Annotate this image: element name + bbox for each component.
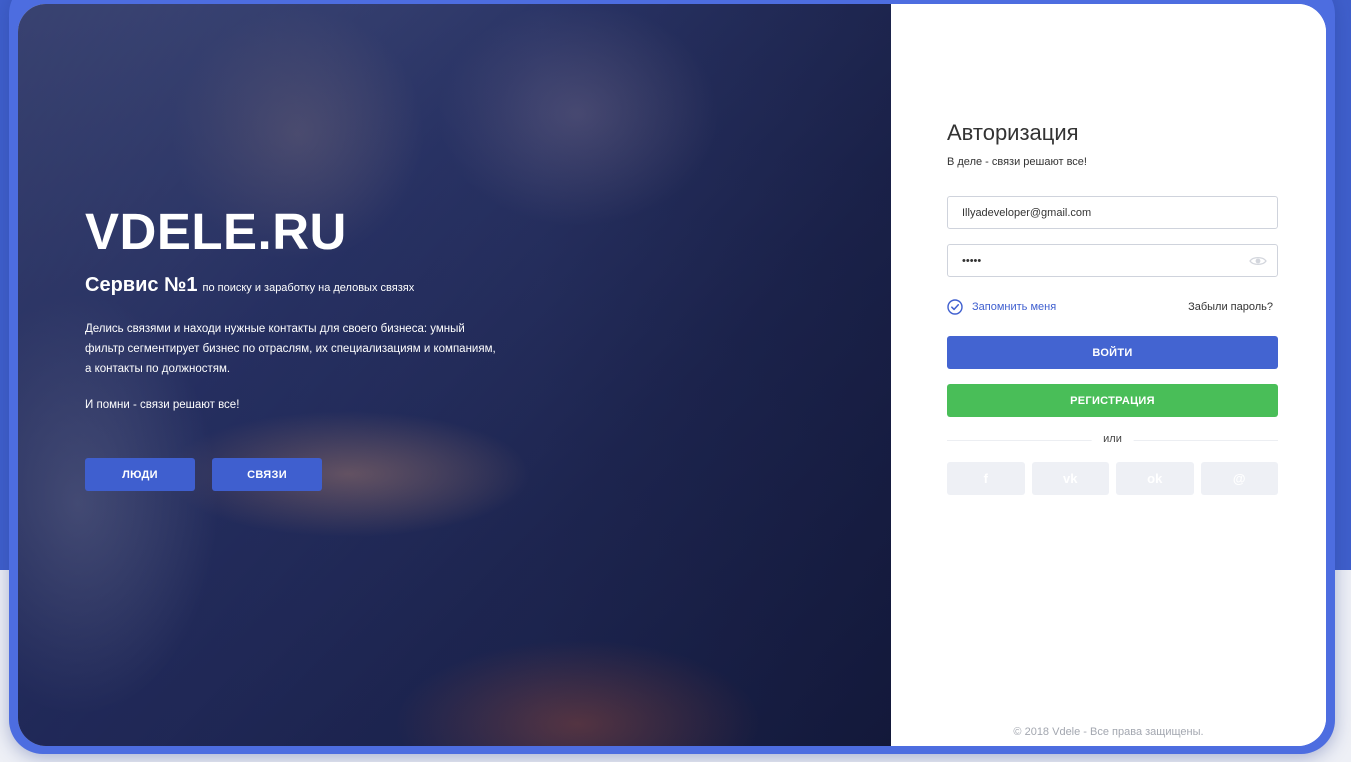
connections-button[interactable]: СВЯЗИ <box>212 458 322 491</box>
device-frame: VDELE.RU Сервис №1 по поиску и заработку… <box>9 0 1335 754</box>
remember-me-label[interactable]: Запомнить меня <box>972 301 1056 313</box>
auth-subtitle: В деле - связи решают все! <box>947 156 1087 168</box>
hero-section: VDELE.RU Сервис №1 по поиску и заработку… <box>18 4 891 746</box>
service-line: Сервис №1 по поиску и заработку на делов… <box>85 274 505 297</box>
password-field[interactable] <box>947 244 1278 277</box>
odnoklassniki-login-button[interactable]: ok <box>1116 462 1194 495</box>
vk-login-button[interactable]: vk <box>1031 462 1109 495</box>
remember-row: Запомнить меня Забыли пароль? <box>947 299 1278 315</box>
or-label: или <box>1091 433 1134 445</box>
mail-ru-login-button[interactable]: @ <box>1200 462 1278 495</box>
hero-buttons: ЛЮДИ СВЯЗИ <box>85 458 322 491</box>
auth-title: Авторизация <box>947 120 1079 145</box>
service-subtitle: по поиску и заработку на деловых связях <box>202 282 415 294</box>
checkmark-circle-icon[interactable] <box>947 299 963 315</box>
login-button[interactable]: ВОЙТИ <box>947 336 1278 369</box>
password-input[interactable] <box>948 245 1277 276</box>
auth-panel: Авторизация В деле - связи решают все! I… <box>891 4 1326 746</box>
remember-me-checkbox[interactable]: Запомнить меня <box>947 299 1056 315</box>
mail-ru-icon: @ <box>1232 471 1246 486</box>
copyright-footer: © 2018 Vdele - Все права защищены. <box>1013 726 1204 738</box>
app-screen: VDELE.RU Сервис №1 по поиску и заработку… <box>18 4 1326 746</box>
facebook-icon: f <box>983 471 988 486</box>
or-divider: или <box>947 433 1278 447</box>
people-button[interactable]: ЛЮДИ <box>85 458 195 491</box>
email-field[interactable] <box>947 196 1278 229</box>
social-login-buttons: f vk ok @ <box>947 462 1278 495</box>
hero-motto: И помни - связи решают все! <box>85 399 240 411</box>
forgot-password-link[interactable]: Забыли пароль? <box>1188 301 1273 313</box>
hero-content: VDELE.RU Сервис №1 по поиску и заработку… <box>85 203 505 412</box>
odnoklassniki-icon: ok <box>1147 471 1163 486</box>
brand-logo-text: VDELE.RU <box>85 203 347 260</box>
email-input[interactable] <box>948 197 1277 228</box>
eye-icon[interactable] <box>1249 255 1267 267</box>
vk-icon: vk <box>1063 471 1078 486</box>
hero-description: Делись связями и находи нужные контакты … <box>85 323 496 375</box>
service-title: Сервис №1 <box>85 274 198 296</box>
register-button[interactable]: РЕГИСТРАЦИЯ <box>947 384 1278 417</box>
facebook-login-button[interactable]: f <box>947 462 1025 495</box>
login-form: Авторизация В деле - связи решают все! I… <box>947 120 1278 495</box>
